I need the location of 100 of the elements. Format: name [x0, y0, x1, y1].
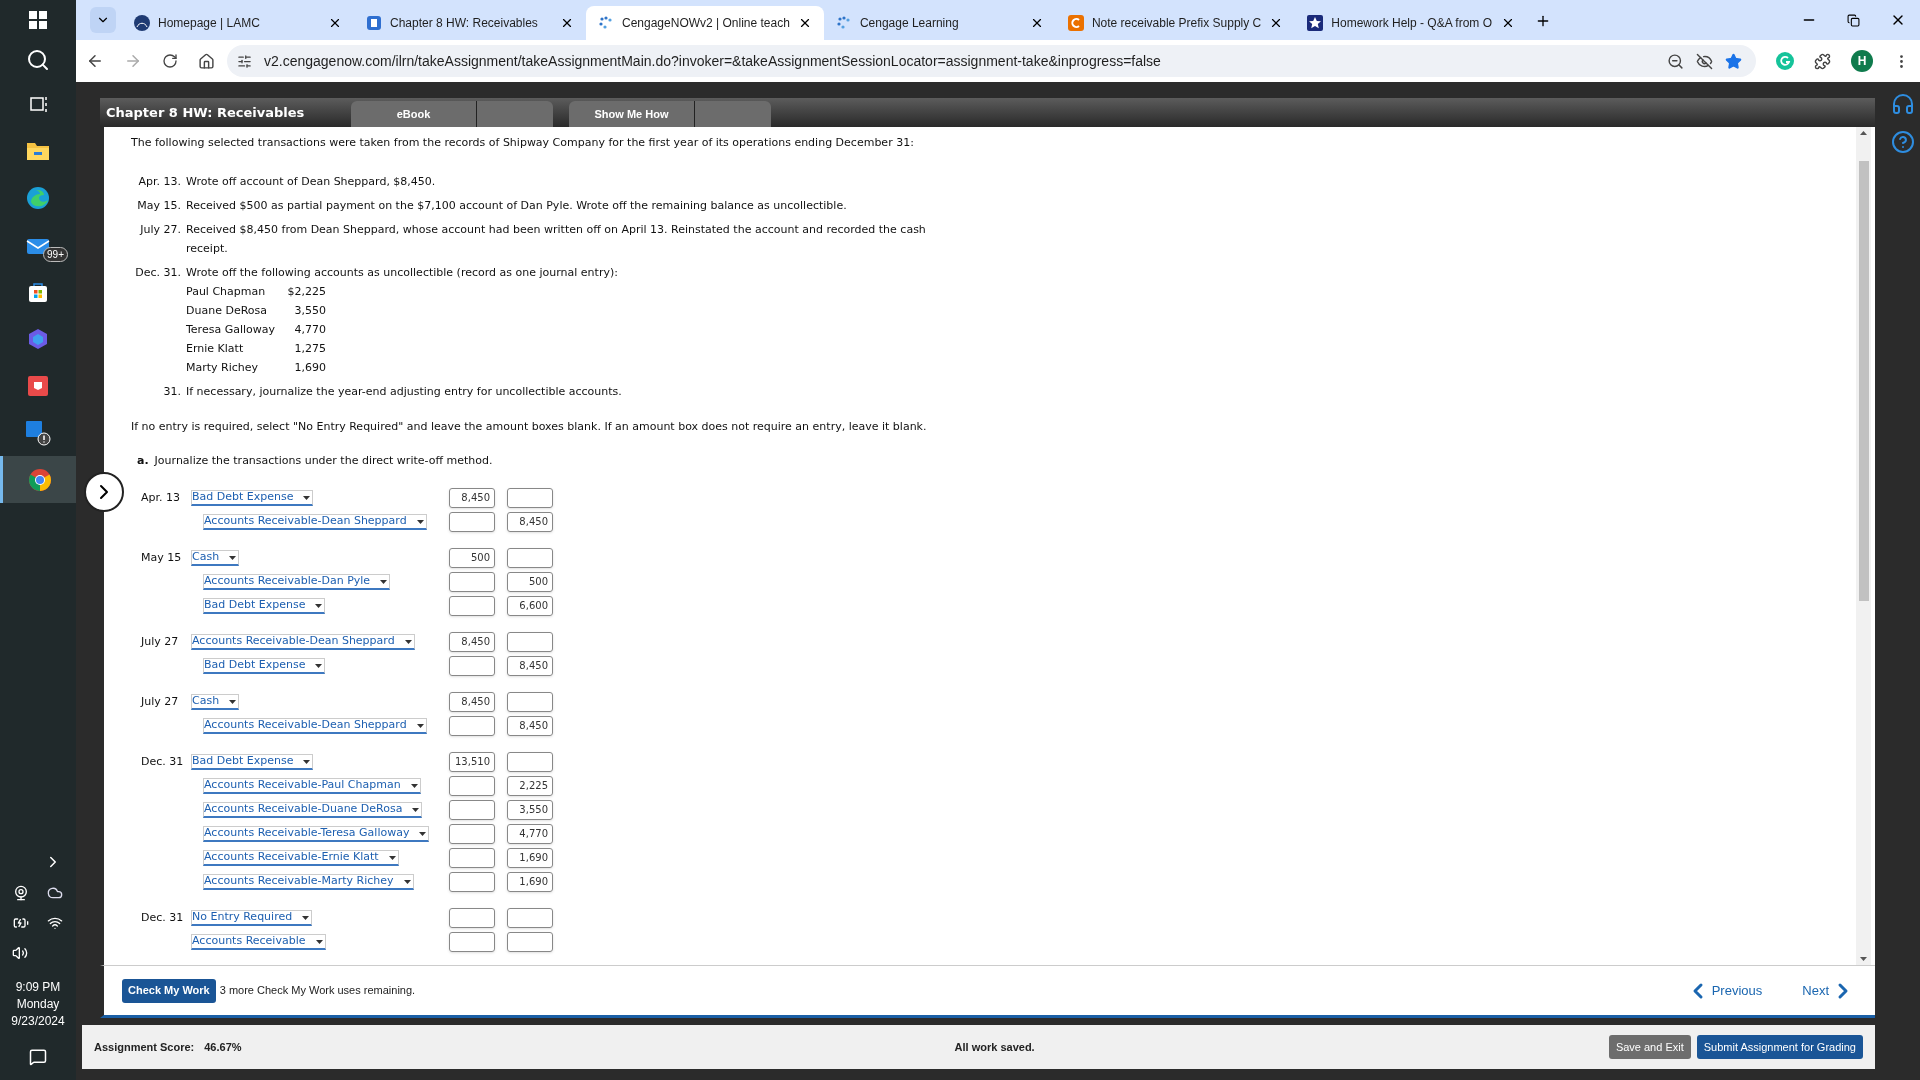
submit-button[interactable]: Submit Assignment for Grading: [1696, 1035, 1863, 1059]
site-settings-icon[interactable]: [237, 53, 252, 69]
eye-off-icon[interactable]: [1696, 52, 1713, 70]
wifi-icon[interactable]: [47, 915, 63, 931]
credit-field[interactable]: [507, 692, 553, 712]
account-dropdown[interactable]: No Entry Required: [191, 910, 313, 926]
account-dropdown[interactable]: Accounts Receivable-Ernie Klatt: [203, 850, 399, 866]
debit-field[interactable]: [449, 512, 495, 532]
taskbar-app[interactable]: 99+: [0, 221, 76, 268]
star-logo-icon: [1307, 15, 1324, 31]
account-dropdown[interactable]: Accounts Receivable-Teresa Galloway: [203, 826, 430, 842]
restore-icon[interactable]: [1847, 13, 1860, 27]
zoom-icon[interactable]: [1667, 52, 1684, 70]
account-dropdown[interactable]: Accounts Receivable-Dean Sheppard: [203, 718, 427, 734]
help-icon[interactable]: [1891, 130, 1915, 154]
debit-field[interactable]: [449, 848, 495, 868]
browser-tab[interactable]: Note receivable Prefix Supply C: [1055, 6, 1296, 40]
extensions-icon[interactable]: [1814, 52, 1831, 70]
browser-tab[interactable]: Chapter 8 HW: Receivables: [354, 6, 586, 40]
debit-field[interactable]: [449, 776, 495, 796]
credit-field[interactable]: 1,690: [507, 872, 553, 892]
caret-icon: [388, 855, 396, 860]
home-icon[interactable]: [198, 52, 215, 70]
account-dropdown[interactable]: Cash: [191, 550, 240, 566]
account-dropdown[interactable]: Accounts Receivable-Duane DeRosa: [203, 802, 423, 818]
account-dropdown[interactable]: Accounts Receivable-Dan Pyle: [203, 574, 391, 590]
debit-field[interactable]: [449, 932, 495, 952]
volume-icon[interactable]: [12, 945, 28, 961]
header-tab[interactable]: Show Me How: [569, 101, 695, 127]
browser-tab[interactable]: Homework Help - Q&A from O: [1295, 6, 1528, 40]
tab-search-button[interactable]: [90, 7, 116, 33]
transaction-date: July 27.: [138, 222, 181, 238]
save-exit-button[interactable]: Save and Exit: [1608, 1035, 1691, 1059]
battery-icon[interactable]: [13, 915, 29, 931]
debit-field[interactable]: [449, 824, 495, 844]
next-button[interactable]: Next: [1802, 978, 1855, 1003]
credit-field[interactable]: [507, 548, 553, 568]
address-bar[interactable]: v2.cengagenow.com/ilrn/takeAssignment/takeAssignmentMain.do?invoker=&takeAssignmentSessionLocator=assignment-take&inprogress=false: [227, 45, 1756, 77]
credit-field[interactable]: 500: [507, 572, 553, 592]
debit-field[interactable]: [449, 872, 495, 892]
profile-avatar[interactable]: H: [1851, 50, 1873, 72]
headset-icon[interactable]: [1891, 92, 1915, 116]
credit-field[interactable]: 6,600: [507, 596, 553, 616]
browser-tab[interactable]: Cengage Learning: [823, 6, 1056, 40]
debit-field[interactable]: 8,450: [449, 632, 495, 652]
account-dropdown[interactable]: Accounts Receivable-Dean Sheppard: [203, 514, 427, 530]
credit-field[interactable]: [507, 908, 553, 928]
browser-tab[interactable]: Homepage | LAMC: [122, 6, 354, 40]
credit-field[interactable]: [507, 632, 553, 652]
account-dropdown[interactable]: Accounts Receivable: [191, 934, 326, 950]
debit-field[interactable]: [449, 572, 495, 592]
debit-field[interactable]: [449, 716, 495, 736]
close-icon[interactable]: [560, 16, 574, 30]
webcam-icon[interactable]: [13, 885, 29, 901]
credit-field[interactable]: [507, 752, 553, 772]
debit-field[interactable]: 13,510: [449, 752, 495, 772]
credit-field[interactable]: [507, 932, 553, 952]
credit-field[interactable]: 3,550: [507, 800, 553, 820]
debit-field[interactable]: [449, 800, 495, 820]
account-dropdown[interactable]: Accounts Receivable-Marty Richey: [203, 874, 414, 890]
account-dropdown[interactable]: Bad Debt Expense: [203, 598, 326, 614]
check-my-work-button[interactable]: Check My Work: [122, 978, 216, 1003]
credit-field[interactable]: 1,690: [507, 848, 553, 868]
reload-icon[interactable]: [162, 53, 178, 69]
debit-field[interactable]: [449, 656, 495, 676]
debit-field[interactable]: [449, 596, 495, 616]
expand-button[interactable]: [84, 472, 124, 512]
scroll-up-icon[interactable]: [1860, 131, 1867, 135]
previous-button[interactable]: Previous: [1685, 978, 1763, 1003]
debit-field[interactable]: 8,450: [449, 488, 495, 508]
credit-field[interactable]: 8,450: [507, 716, 553, 736]
credit-field[interactable]: 8,450: [507, 512, 553, 532]
account-dropdown[interactable]: Cash: [191, 694, 240, 710]
caret-icon: [303, 495, 311, 500]
browser-tab[interactable]: CengageNOWv2 | Online teach: [586, 6, 824, 40]
bookmark-star-icon[interactable]: [1725, 52, 1742, 70]
caret-icon: [412, 807, 420, 812]
debit-field[interactable]: [449, 908, 495, 928]
scrollbar[interactable]: [1856, 127, 1871, 965]
credit-field[interactable]: [507, 488, 553, 508]
search-icon[interactable]: [26, 48, 50, 72]
scroll-down-icon[interactable]: [1860, 957, 1867, 961]
windows-logo-icon[interactable]: [29, 11, 47, 29]
debit-field[interactable]: 500: [449, 548, 495, 568]
close-icon[interactable]: [328, 16, 342, 30]
caret-icon: [416, 519, 424, 524]
cloud-icon[interactable]: [47, 885, 63, 901]
credit-field[interactable]: 8,450: [507, 656, 553, 676]
caret-icon: [229, 555, 237, 560]
credit-field[interactable]: 4,770: [507, 824, 553, 844]
credit-field[interactable]: 2,225: [507, 776, 553, 796]
back-icon[interactable]: [86, 52, 104, 70]
header-tab[interactable]: eBook: [351, 101, 477, 127]
account-dropdown[interactable]: Bad Debt Expense: [191, 490, 314, 506]
account-dropdown[interactable]: Bad Debt Expense: [203, 658, 326, 674]
account-dropdown[interactable]: Accounts Receivable-Dean Sheppard: [191, 634, 415, 650]
debit-field[interactable]: 8,450: [449, 692, 495, 712]
account-dropdown[interactable]: Bad Debt Expense: [191, 754, 314, 770]
notification-icon[interactable]: [29, 1048, 47, 1066]
account-dropdown[interactable]: Accounts Receivable-Paul Chapman: [203, 778, 421, 794]
